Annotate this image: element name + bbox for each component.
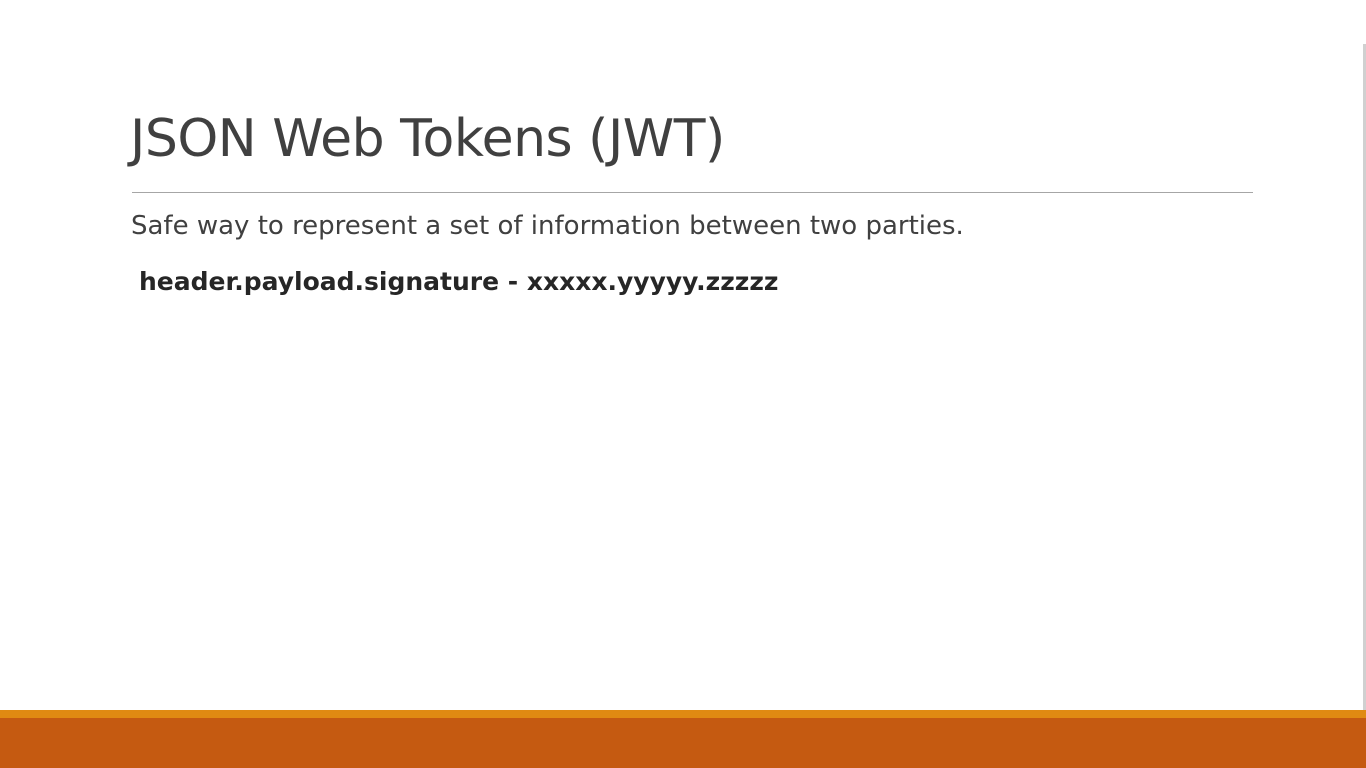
bullet-description: Safe way to represent a set of informati… [131,211,964,241]
slide-canvas: JSON Web Tokens (JWT) Safe way to repres… [0,0,1366,768]
title-divider [132,192,1253,193]
slide-title: JSON Web Tokens (JWT) [130,109,725,169]
footer-accent-stripe [0,710,1366,718]
bullet-token-format: header.payload.signature - xxxxx.yyyyy.z… [139,267,779,296]
footer-band [0,718,1366,768]
